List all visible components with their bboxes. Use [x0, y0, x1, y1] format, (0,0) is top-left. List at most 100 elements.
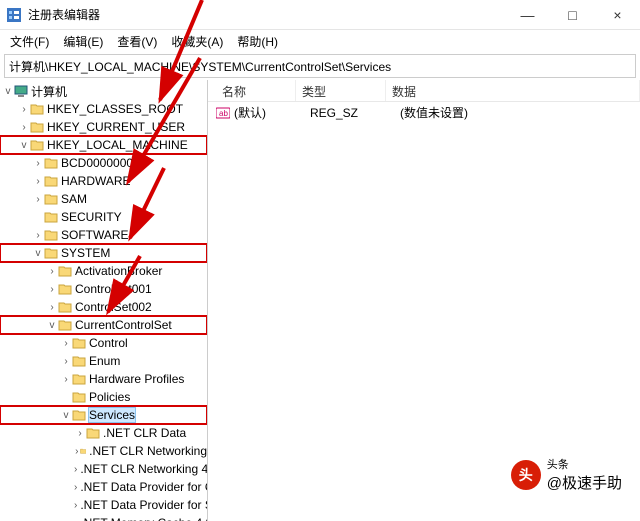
expand-icon[interactable]: ›: [32, 194, 44, 205]
expand-icon[interactable]: v: [32, 248, 44, 259]
string-value-icon: ab: [216, 106, 230, 120]
tree-item[interactable]: v SYSTEM: [0, 244, 207, 262]
value-data: (数值未设置): [400, 104, 632, 121]
tree-item[interactable]: ›.NET Data Provider for S: [0, 496, 207, 514]
expand-icon[interactable]: ›: [18, 122, 30, 133]
tree-item-label: CurrentControlSet: [75, 318, 172, 332]
tree-item-label: SOFTWARE: [61, 228, 129, 242]
tree-root[interactable]: v计算机: [0, 82, 207, 100]
tree-item-label: .NET CLR Networking: [89, 444, 207, 458]
tree-item-label: .NET CLR Data: [103, 426, 186, 440]
expand-icon[interactable]: ›: [46, 284, 58, 295]
tree-item[interactable]: v Services: [0, 406, 207, 424]
expand-icon[interactable]: ›: [46, 302, 58, 313]
tree-item-label: SYSTEM: [61, 246, 110, 260]
tree-item-label: ControlSet001: [75, 282, 152, 296]
tree-item[interactable]: › ControlSet001: [0, 280, 207, 298]
tree-item[interactable]: › BCD00000000: [0, 154, 207, 172]
tree-item[interactable]: › Control: [0, 334, 207, 352]
tree-item[interactable]: › Enum: [0, 352, 207, 370]
tree-item-label: .NET Memory Cache 4.0: [80, 516, 208, 521]
tree-item[interactable]: › HKEY_CLASSES_ROOT: [0, 100, 207, 118]
tree-item-label: ControlSet002: [75, 300, 152, 314]
expand-icon[interactable]: v: [46, 320, 58, 331]
tree-item[interactable]: SECURITY: [0, 208, 207, 226]
address-bar[interactable]: 计算机\HKEY_LOCAL_MACHINE\SYSTEM\CurrentCon…: [4, 54, 636, 78]
minimize-button[interactable]: —: [505, 0, 550, 29]
tree-pane[interactable]: v计算机›HKEY_CLASSES_ROOT›HKEY_CURRENT_USER…: [0, 80, 208, 521]
column-name[interactable]: 名称: [216, 80, 296, 101]
value-type: REG_SZ: [310, 106, 400, 120]
menu-favorites[interactable]: 收藏夹(A): [165, 31, 229, 52]
tree-item-label: SAM: [61, 192, 87, 206]
tree-item[interactable]: › ActivationBroker: [0, 262, 207, 280]
expand-icon[interactable]: v: [60, 410, 72, 421]
watermark: 头 头条 @极速手助: [511, 456, 622, 493]
list-header: 名称 类型 数据: [208, 80, 640, 102]
tree-item[interactable]: › Hardware Profiles: [0, 370, 207, 388]
list-pane: 名称 类型 数据 ab (默认) REG_SZ (数值未设置): [208, 80, 640, 521]
tree-item-label: .NET Data Provider for S: [80, 498, 208, 512]
watermark-brand: 头条: [547, 456, 622, 472]
tree-item[interactable]: › SOFTWARE: [0, 226, 207, 244]
window-title: 注册表编辑器: [28, 6, 505, 23]
menubar: 文件(F) 编辑(E) 查看(V) 收藏夹(A) 帮助(H): [0, 30, 640, 52]
expand-icon[interactable]: ›: [32, 230, 44, 241]
watermark-user: @极速手助: [547, 472, 622, 493]
menu-view[interactable]: 查看(V): [111, 31, 163, 52]
svg-text:ab: ab: [219, 109, 228, 118]
expand-icon[interactable]: ›: [74, 464, 77, 475]
tree-item[interactable]: ›.NET CLR Networking: [0, 442, 207, 460]
tree-item[interactable]: › HKEY_CURRENT_USER: [0, 118, 207, 136]
tree-item-label: .NET Data Provider for O: [80, 480, 208, 494]
tree-item[interactable]: › .NET CLR Data: [0, 424, 207, 442]
tree-item-label: .NET CLR Networking 4.0: [80, 462, 208, 476]
expand-icon[interactable]: ›: [46, 266, 58, 277]
tree-item-label: Hardware Profiles: [89, 372, 184, 386]
tree-item-label: HKEY_CURRENT_USER: [47, 120, 185, 134]
tree-item-label: Enum: [89, 354, 120, 368]
tree-item[interactable]: ›.NET CLR Networking 4.0: [0, 460, 207, 478]
column-type[interactable]: 类型: [296, 80, 386, 101]
maximize-button[interactable]: □: [550, 0, 595, 29]
tree-item-label: Services: [89, 408, 135, 422]
menu-help[interactable]: 帮助(H): [231, 31, 284, 52]
expand-icon[interactable]: ›: [74, 518, 77, 521]
tree-item[interactable]: › SAM: [0, 190, 207, 208]
tree-item[interactable]: v HKEY_LOCAL_MACHINE: [0, 136, 207, 154]
tree-item-label: HKEY_CLASSES_ROOT: [47, 102, 183, 116]
tree-item-label: SECURITY: [61, 210, 122, 224]
tree-item[interactable]: › HARDWARE: [0, 172, 207, 190]
app-icon: [6, 7, 22, 23]
tree-item[interactable]: › ControlSet002: [0, 298, 207, 316]
tree-root-label: 计算机: [31, 83, 67, 100]
tree-item[interactable]: ›.NET Data Provider for O: [0, 478, 207, 496]
value-row[interactable]: ab (默认) REG_SZ (数值未设置): [208, 102, 640, 123]
address-text: 计算机\HKEY_LOCAL_MACHINE\SYSTEM\CurrentCon…: [9, 58, 391, 75]
column-data[interactable]: 数据: [386, 80, 640, 101]
window-titlebar: 注册表编辑器 — □ ×: [0, 0, 640, 30]
expand-icon[interactable]: ›: [74, 500, 77, 511]
expand-icon[interactable]: ›: [32, 158, 44, 169]
expand-icon[interactable]: ›: [60, 356, 72, 367]
tree-item-label: Control: [89, 336, 128, 350]
close-button[interactable]: ×: [595, 0, 640, 29]
tree-item-label: ActivationBroker: [75, 264, 162, 278]
expand-icon[interactable]: v: [18, 140, 30, 151]
menu-file[interactable]: 文件(F): [4, 31, 55, 52]
tree-item-label: HARDWARE: [61, 174, 131, 188]
expand-icon[interactable]: ›: [32, 176, 44, 187]
tree-item-label: HKEY_LOCAL_MACHINE: [47, 138, 188, 152]
tree-item[interactable]: ›.NET Memory Cache 4.0: [0, 514, 207, 521]
tree-item-label: BCD00000000: [61, 156, 140, 170]
tree-item-label: Policies: [89, 390, 130, 404]
value-name: (默认): [234, 104, 310, 121]
expand-icon[interactable]: ›: [60, 338, 72, 349]
tree-item[interactable]: Policies: [0, 388, 207, 406]
tree-item[interactable]: v CurrentControlSet: [0, 316, 207, 334]
menu-edit[interactable]: 编辑(E): [57, 31, 109, 52]
expand-icon[interactable]: ›: [74, 482, 77, 493]
expand-icon[interactable]: ›: [60, 374, 72, 385]
expand-icon[interactable]: ›: [18, 104, 30, 115]
expand-icon[interactable]: ›: [74, 428, 86, 439]
